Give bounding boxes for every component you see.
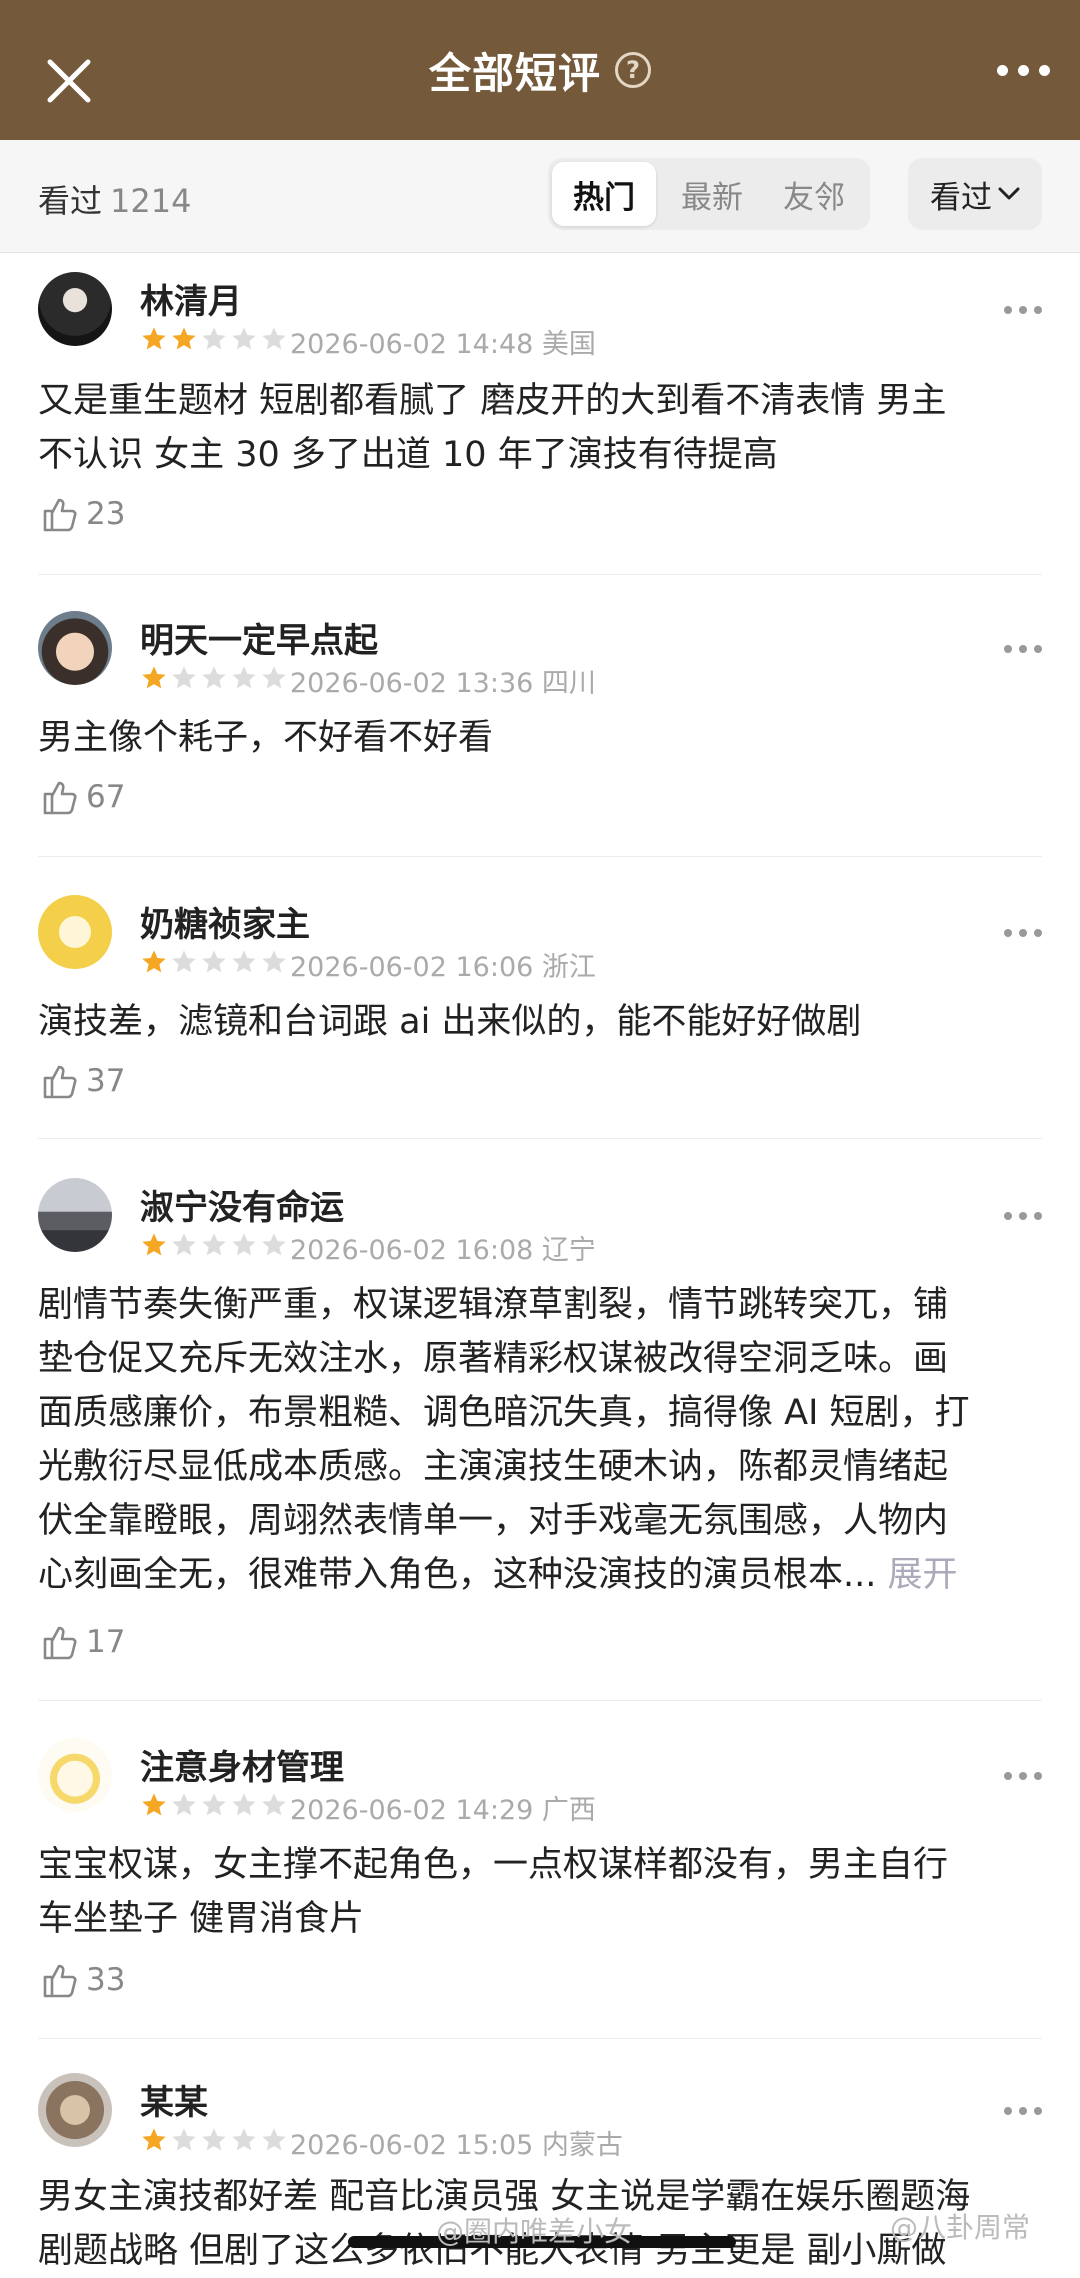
avatar[interactable] [38,1738,112,1812]
comment-text: 宝宝权谋，女主撑不起角色，一点权谋样都没有，男主自行 车坐垫子 健胃消食片 [38,1845,949,1939]
avatar[interactable] [38,611,112,685]
star-icon [142,1233,166,1256]
star-icon [262,950,286,973]
comment-more-icon[interactable] [1004,645,1042,653]
star-icon [172,1793,196,1816]
star-rating [140,664,288,692]
star-rating [140,2126,288,2154]
comment-more-icon[interactable] [1004,1212,1042,1220]
tab-latest[interactable]: 最新 [660,162,764,226]
top-bar: 全部短评 ? [0,0,1080,140]
more-options-icon[interactable] [997,65,1050,76]
filter-bar: 看过 1214 热门 最新 友邻 看过 [0,140,1080,253]
star-icon [172,950,196,973]
comment-meta: 2026-06-02 16:08 辽宁 [290,1235,596,1266]
username[interactable]: 林清月 [140,274,242,323]
comment-meta: 2026-06-02 14:29 广西 [290,1795,596,1826]
star-icon [232,327,256,350]
divider [38,2038,1042,2039]
avatar[interactable] [38,895,112,969]
star-icon [232,2128,256,2151]
sort-tabs: 热门 最新 友邻 [548,158,870,230]
like-button[interactable]: 37 [40,1061,125,1101]
comment-meta: 2026-06-02 16:06 浙江 [290,952,596,983]
page-title: 全部短评 [428,48,601,98]
divider [38,1138,1042,1139]
star-icon [232,1793,256,1816]
star-icon [142,2128,166,2151]
comment-text: 男主像个耗子，不好看不好看 [38,718,494,758]
star-icon [202,1793,226,1816]
thumbs-up-icon [43,1065,77,1099]
star-icon [172,666,196,689]
star-icon [142,950,166,973]
comment-text: 剧情节奏失衡严重，权谋逻辑潦草割裂，情节跳转突兀，铺 垫仓促又充斥无效注水，原著… [38,1285,970,1595]
star-icon [142,327,166,350]
star-icon [202,950,226,973]
thumbs-up-icon [43,498,77,532]
star-icon [142,666,166,689]
comment-more-icon[interactable] [1004,1772,1042,1780]
comment-more-icon[interactable] [1004,2107,1042,2115]
like-button[interactable]: 23 [40,494,125,534]
watermark-right: @八卦周常 [890,2211,1031,2244]
star-icon [262,327,286,350]
star-icon [232,666,256,689]
comment-text: 又是重生题材 短剧都看腻了 磨皮开的大到看不清表情 男主 不认识 女主 30 多了… [38,381,947,475]
star-icon [172,1233,196,1256]
tab-hot[interactable]: 热门 [552,162,656,226]
star-icon [172,2128,196,2151]
username[interactable]: 淑宁没有命运 [140,1180,344,1229]
divider [38,1700,1042,1701]
comment-text: 演技差，滤镜和台词跟 ai 出来似的，能不能好好做剧 [38,1002,862,1042]
like-button[interactable]: 67 [40,777,125,817]
like-button[interactable]: 17 [40,1622,125,1662]
star-icon [262,2128,286,2151]
comment-more-icon[interactable] [1004,929,1042,937]
star-rating [140,325,288,353]
star-icon [202,327,226,350]
watched-count: 看过 1214 [38,182,192,220]
like-button[interactable]: 33 [40,1960,125,2000]
thumbs-up-icon [43,1626,77,1660]
star-icon [262,1793,286,1816]
star-icon [202,666,226,689]
thumbs-up-icon [43,1964,77,1998]
thumbs-up-icon [43,781,77,815]
avatar[interactable] [38,1178,112,1252]
comment-meta: 2026-06-02 14:48 美国 [290,329,596,360]
username[interactable]: 明天一定早点起 [140,613,378,662]
expand-link[interactable]: 展开 [888,1555,958,1595]
username[interactable]: 奶糖祯家主 [140,897,310,946]
star-icon [142,1793,166,1816]
star-rating [140,1791,288,1819]
star-icon [202,2128,226,2151]
comment-meta: 2026-06-02 13:36 四川 [290,668,596,699]
divider [38,856,1042,857]
username[interactable]: 注意身材管理 [140,1740,344,1789]
watched-filter-dropdown[interactable]: 看过 [908,158,1042,230]
star-icon [262,666,286,689]
avatar[interactable] [38,272,112,346]
chevron-down-icon [998,187,1020,200]
star-icon [262,1233,286,1256]
divider [38,574,1042,575]
watermark-left: @圈内唯差小女 [436,2215,633,2248]
help-icon[interactable]: ? [615,52,651,88]
star-icon [202,1233,226,1256]
comment-meta: 2026-06-02 15:05 内蒙古 [290,2130,623,2161]
username[interactable]: 某某 [140,2075,208,2124]
star-icon [172,327,196,350]
star-rating [140,948,288,976]
star-rating [140,1231,288,1259]
avatar[interactable] [38,2073,112,2147]
star-icon [232,1233,256,1256]
tab-friends[interactable]: 友邻 [762,162,866,226]
comment-more-icon[interactable] [1004,306,1042,314]
star-icon [232,950,256,973]
